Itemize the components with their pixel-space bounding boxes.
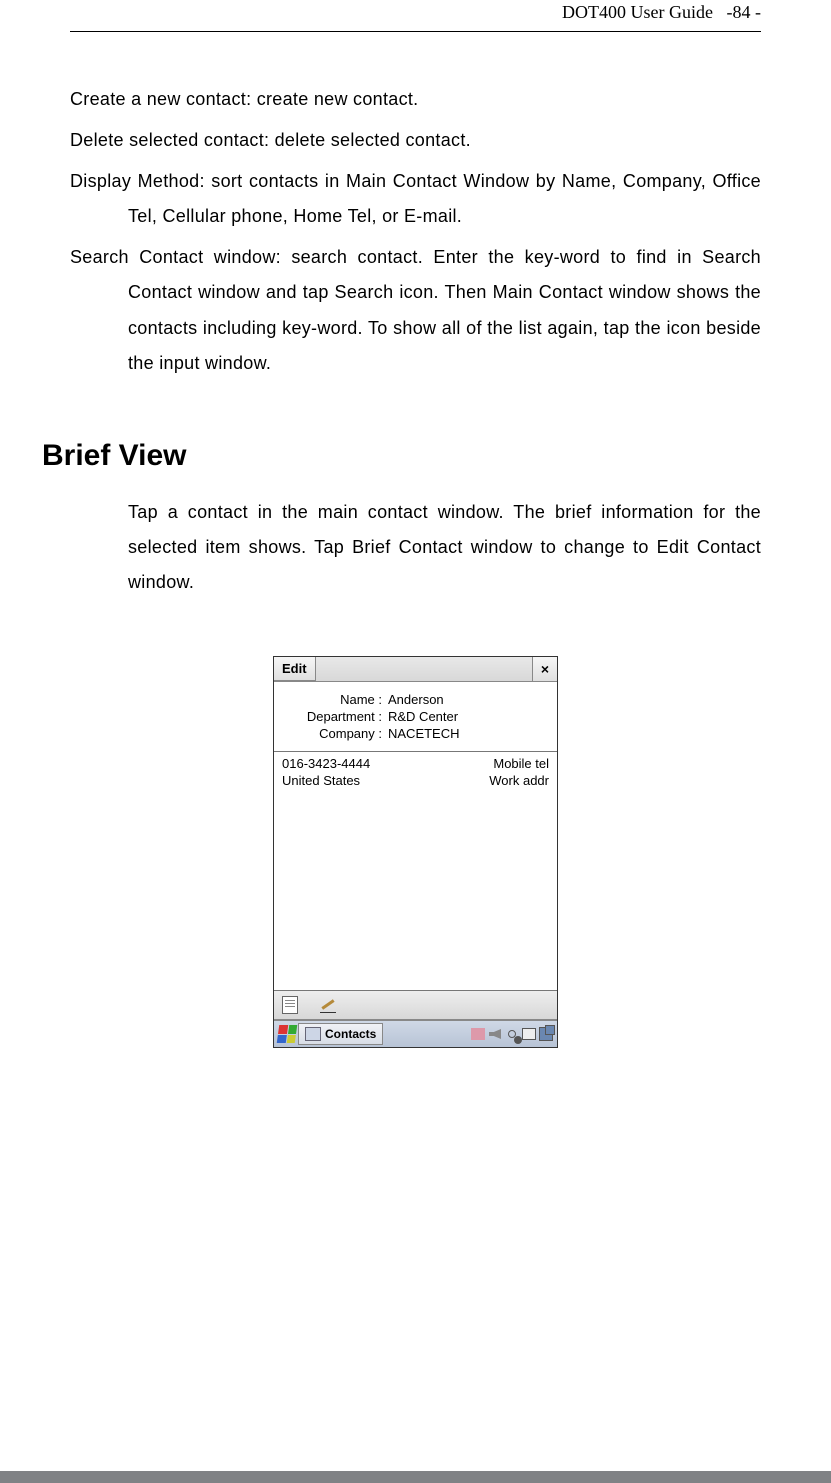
edit-button[interactable]: Edit — [274, 657, 316, 681]
bottom-toolbar — [274, 991, 557, 1020]
list-row-address[interactable]: United States Work addr — [282, 773, 549, 790]
header-title: DOT400 User Guide — [562, 2, 713, 22]
device-window: Edit × Name : Anderson Department : R&D … — [273, 656, 558, 1048]
document-icon[interactable] — [282, 996, 298, 1014]
close-icon: × — [541, 661, 549, 677]
tray-windows-icon[interactable] — [539, 1027, 553, 1041]
taskbar-app-label: Contacts — [325, 1027, 376, 1041]
page-footer-bar — [0, 1471, 831, 1483]
window-titlebar: Edit × — [274, 657, 557, 682]
embedded-screenshot: Edit × Name : Anderson Department : R&D … — [70, 656, 761, 1048]
contacts-app-icon — [305, 1027, 321, 1041]
value-company: NACETECH — [388, 726, 547, 741]
list-address-type: Work addr — [489, 773, 549, 790]
info-row-name: Name : Anderson — [284, 692, 547, 707]
label-department: Department : — [284, 709, 388, 724]
titlebar-spacer — [316, 657, 532, 681]
label-name: Name : — [284, 692, 388, 707]
list-address-value: United States — [282, 773, 360, 790]
paragraph-create-contact: Create a new contact: create new contact… — [70, 82, 761, 117]
info-row-department: Department : R&D Center — [284, 709, 547, 724]
value-name: Anderson — [388, 692, 547, 707]
header-page-number: -84 - — [727, 2, 762, 22]
tray-keyboard-icon[interactable] — [522, 1027, 536, 1041]
taskbar: Contacts — [274, 1020, 557, 1047]
taskbar-app-button[interactable]: Contacts — [298, 1023, 383, 1045]
section-heading-brief-view: Brief View — [42, 439, 761, 473]
paragraph-display-method: Display Method: sort contacts in Main Co… — [70, 164, 761, 234]
edit-pencil-icon[interactable] — [320, 997, 338, 1013]
label-company: Company : — [284, 726, 388, 741]
paragraph-delete-contact: Delete selected contact: delete selected… — [70, 123, 761, 158]
paragraph-search-contact: Search Contact window: search contact. E… — [70, 240, 761, 380]
header-divider — [70, 31, 761, 32]
contact-info-block[interactable]: Name : Anderson Department : R&D Center … — [274, 682, 557, 752]
start-menu-icon[interactable] — [277, 1025, 298, 1043]
paragraph-brief-view: Tap a contact in the main contact window… — [70, 495, 761, 600]
close-button[interactable]: × — [532, 657, 557, 681]
list-phone-value: 016-3423-4444 — [282, 756, 370, 773]
list-phone-type: Mobile tel — [493, 756, 549, 773]
tray-hand-icon[interactable] — [471, 1027, 485, 1041]
list-row-phone[interactable]: 016-3423-4444 Mobile tel — [282, 756, 549, 773]
tray-connection-icon[interactable] — [505, 1027, 519, 1041]
tray-speaker-icon[interactable] — [488, 1027, 502, 1041]
value-department: R&D Center — [388, 709, 547, 724]
page-header: DOT400 User Guide -84 - — [70, 0, 761, 23]
info-row-company: Company : NACETECH — [284, 726, 547, 741]
contact-details-list[interactable]: 016-3423-4444 Mobile tel United States W… — [274, 752, 557, 991]
system-tray — [471, 1027, 555, 1041]
